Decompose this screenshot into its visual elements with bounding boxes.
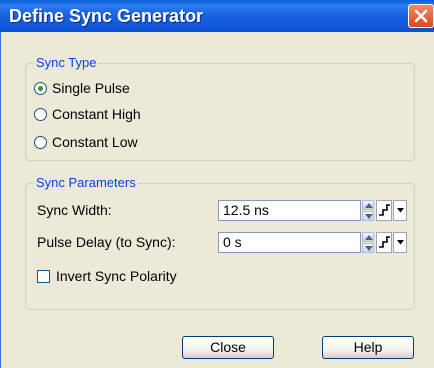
pulse-delay-input[interactable]: 0 s — [218, 232, 361, 253]
sync-parameters-group: Sync Parameters Sync Width: 12.5 ns Puls… — [25, 175, 415, 310]
sync-width-step-button[interactable] — [376, 200, 392, 221]
sync-width-dropdown-button[interactable] — [393, 200, 407, 221]
radio-label-constant-low: Constant Low — [52, 134, 138, 150]
help-button[interactable]: Help — [322, 336, 414, 359]
chevron-up-icon — [365, 235, 373, 240]
step-waveform-icon — [379, 236, 390, 248]
sync-parameters-legend: Sync Parameters — [34, 175, 138, 191]
title-bar[interactable]: Define Sync Generator — [0, 0, 434, 32]
pulse-delay-step-button[interactable] — [376, 232, 392, 253]
radio-single-pulse[interactable]: Single Pulse — [34, 79, 130, 97]
radio-label-constant-high: Constant High — [52, 106, 141, 122]
sync-width-spin-down[interactable] — [362, 211, 374, 221]
dialog-body: Sync Type Single Pulse Constant High Con… — [0, 32, 430, 368]
sync-width-label: Sync Width: — [37, 202, 112, 218]
chevron-up-icon — [365, 203, 373, 208]
sync-type-group: Sync Type Single Pulse Constant High Con… — [25, 55, 415, 161]
pulse-delay-spin-down[interactable] — [362, 243, 374, 253]
sync-width-input[interactable]: 12.5 ns — [218, 200, 361, 221]
radio-constant-high[interactable]: Constant High — [34, 105, 141, 123]
invert-polarity-label: Invert Sync Polarity — [56, 268, 177, 284]
dropdown-arrow-icon — [397, 240, 404, 245]
dialog-window: Define Sync Generator Sync Type Single P… — [0, 0, 434, 368]
pulse-delay-label: Pulse Delay (to Sync): — [37, 234, 176, 250]
radio-button-single-pulse[interactable] — [34, 81, 47, 95]
sync-type-legend: Sync Type — [34, 55, 99, 71]
close-icon — [414, 9, 428, 23]
radio-button-constant-low[interactable] — [34, 135, 47, 149]
chevron-down-icon — [365, 214, 373, 219]
radio-label-single-pulse: Single Pulse — [52, 80, 130, 96]
chevron-down-icon — [365, 246, 373, 251]
sync-width-spinner[interactable] — [362, 200, 374, 221]
close-button[interactable]: Close — [182, 336, 274, 359]
radio-button-constant-high[interactable] — [34, 107, 47, 121]
window-title: Define Sync Generator — [9, 6, 204, 26]
pulse-delay-dropdown-button[interactable] — [393, 232, 407, 253]
window-close-button[interactable] — [408, 4, 434, 28]
dropdown-arrow-icon — [397, 208, 404, 213]
invert-polarity-checkbox[interactable] — [37, 270, 50, 283]
pulse-delay-spinner[interactable] — [362, 232, 374, 253]
sync-width-spin-up[interactable] — [362, 200, 374, 210]
step-waveform-icon — [379, 204, 390, 216]
pulse-delay-spin-up[interactable] — [362, 232, 374, 242]
radio-constant-low[interactable]: Constant Low — [34, 133, 138, 151]
